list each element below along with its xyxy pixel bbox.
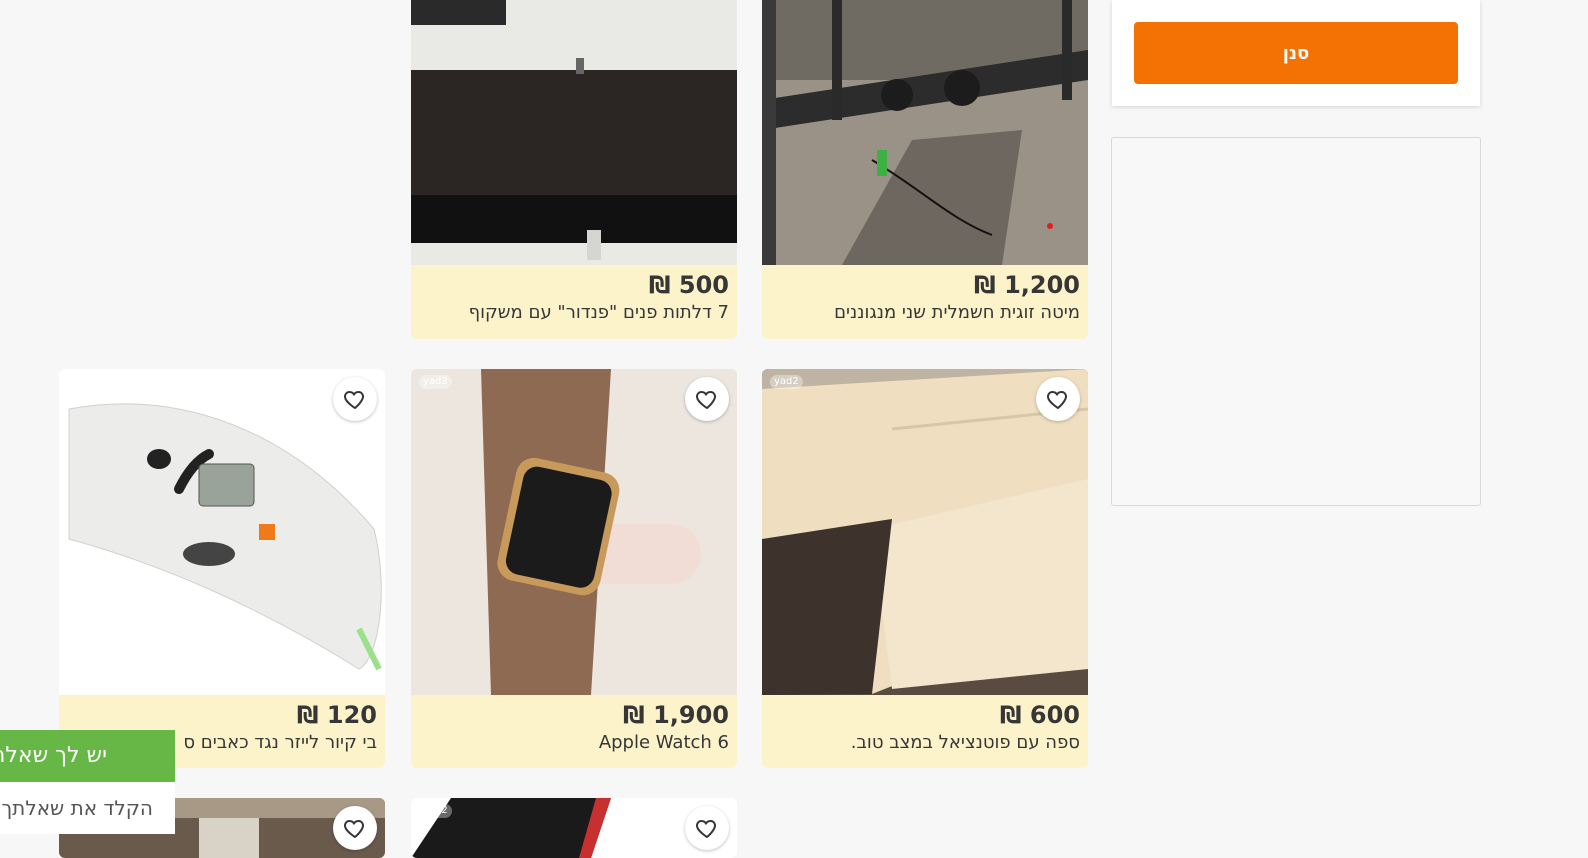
yad2-watermark: yad2 [67,375,100,389]
listing-title: 7 דלתות פנים "פנדור" עם משקוף [468,302,729,323]
yad2-watermark: yad2 [419,804,452,818]
help-widget-title[interactable]: יש לך שאלה [0,730,175,782]
listing-title: Apple Watch 6 [598,732,729,753]
favorite-heart-icon[interactable] [1036,377,1080,421]
listing-card[interactable]: yad2 120 ₪ בי קיור לייזר נגד כאבים ס [59,369,385,768]
listing-card[interactable]: 1,200 ₪ מיטה זוגית חשמלית שני מנגוננים [762,0,1088,339]
listing-info: 1,200 ₪ מיטה זוגית חשמלית שני מנגוננים [762,265,1088,325]
listing-price: 500 ₪ [648,271,729,299]
listing-info: 1,900 ₪ Apple Watch 6 [411,695,737,755]
listing-price: 600 ₪ [999,701,1080,729]
listing-photo [762,369,1088,695]
listing-card[interactable]: 500 ₪ 7 דלתות פנים "פנדור" עם משקוף [411,0,737,339]
ad-placeholder [1111,137,1481,506]
listing-photo [762,0,1088,265]
listing-photo [411,0,737,265]
listing-price: 1,900 ₪ [623,701,729,729]
listing-photo [411,369,737,695]
filter-button[interactable]: סנן [1134,22,1458,84]
listing-card[interactable]: yad2 [411,798,737,858]
listing-card[interactable]: yad2 600 ₪ ספה עם פוטנציאל במצב טוב. [762,369,1088,768]
listing-photo [59,369,385,695]
favorite-heart-icon[interactable] [333,806,377,850]
filter-panel: סנן [1112,0,1480,106]
yad2-watermark: yad2 [770,375,803,389]
listing-price: 120 ₪ [296,701,377,729]
favorite-heart-icon[interactable] [685,806,729,850]
listing-info: 500 ₪ 7 דלתות פנים "פנדור" עם משקוף [411,265,737,325]
listing-card[interactable]: yad2 1,900 ₪ Apple Watch 6 [411,369,737,768]
yad2-watermark: yad2 [419,375,452,389]
favorite-heart-icon[interactable] [333,377,377,421]
help-chat-widget[interactable]: יש לך שאלה הקלד את שאלתך [0,730,175,834]
help-question-input[interactable]: הקלד את שאלתך [0,782,175,834]
favorite-heart-icon[interactable] [685,377,729,421]
listing-title: מיטה זוגית חשמלית שני מנגוננים [834,302,1080,323]
listing-price: 1,200 ₪ [974,271,1080,299]
listing-info: 600 ₪ ספה עם פוטנציאל במצב טוב. [762,695,1088,755]
listing-title: ספה עם פוטנציאל במצב טוב. [850,732,1080,753]
